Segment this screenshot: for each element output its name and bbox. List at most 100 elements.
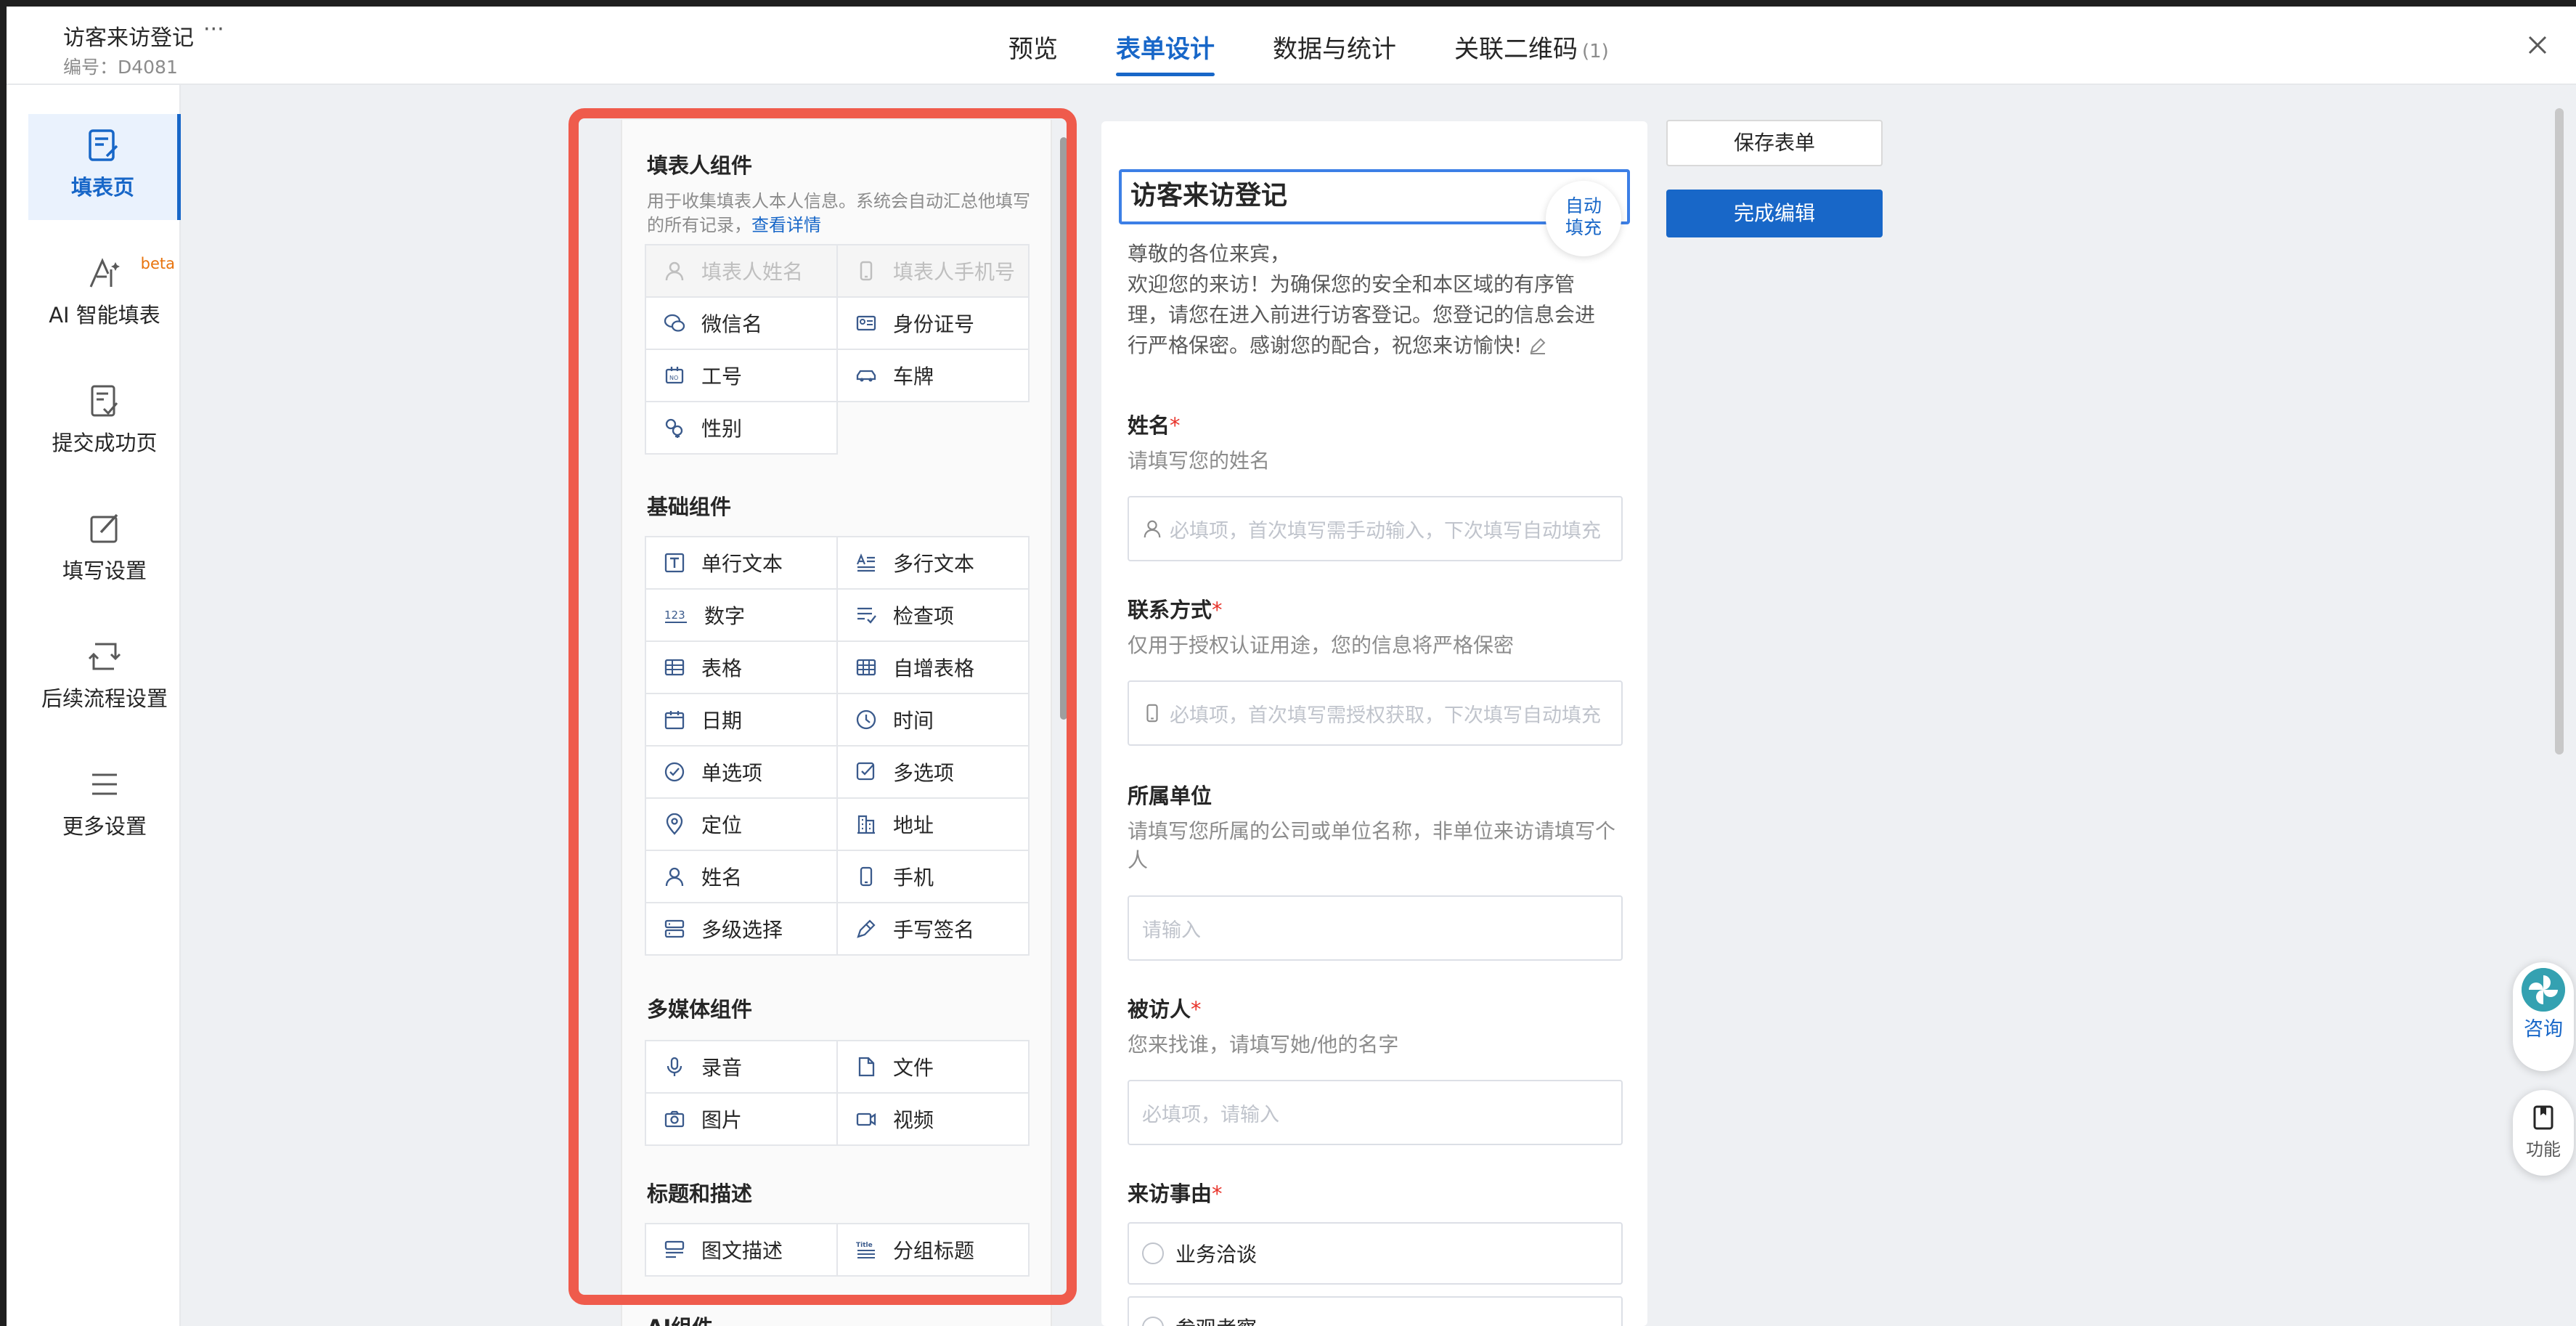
checkbox-icon bbox=[856, 762, 875, 781]
question-label: 姓名* bbox=[1128, 413, 1181, 438]
question-label: 来访事由* bbox=[1128, 1181, 1223, 1206]
main-tabs: 预览 表单设计 数据与统计 关联二维码 (1) bbox=[1008, 7, 1667, 85]
nav-item-form-page[interactable]: 填表页 bbox=[28, 114, 181, 220]
media-components-grid: 录音 文件 图片 视频 bbox=[645, 1040, 1030, 1146]
component-time[interactable]: 时间 bbox=[836, 693, 1030, 747]
save-form-button[interactable]: 保存表单 bbox=[1666, 120, 1883, 166]
component-image[interactable]: 图片 bbox=[645, 1092, 838, 1146]
nav-item-more-settings[interactable]: 更多设置 bbox=[28, 753, 181, 859]
radio-circle bbox=[1142, 1317, 1164, 1326]
filler-components-grid: 填表人姓名 填表人手机号 微信名 身份证号 NO 工号 车牌 性别 bbox=[645, 244, 1030, 455]
question-desc: 请填写您的姓名 bbox=[1128, 449, 1271, 473]
section-desc: 用于收集填表人本人信息。系统会自动汇总他填写的所有记录，查看详情 bbox=[647, 191, 1030, 235]
component-multi-choice[interactable]: 多选项 bbox=[836, 745, 1030, 799]
calendar-icon bbox=[664, 711, 685, 730]
view-details-link[interactable]: 查看详情 bbox=[751, 215, 821, 235]
heading-components-grid: 图文描述 Title 分组标题 bbox=[645, 1223, 1030, 1277]
more-options-icon[interactable]: ··· bbox=[203, 17, 224, 42]
page-scrollbar[interactable] bbox=[2555, 108, 2564, 754]
basic-components-grid: 单行文本 多行文本 123 数字 检查项 表格 自增表格 日期 时间 单选项 多选… bbox=[645, 536, 1030, 956]
microphone-icon bbox=[667, 1057, 682, 1076]
component-employee-no[interactable]: NO 工号 bbox=[645, 349, 838, 402]
function-label: 功能 bbox=[2526, 1139, 2561, 1160]
component-image-text[interactable]: 图文描述 bbox=[645, 1223, 838, 1277]
title-icon: Title bbox=[856, 1242, 875, 1258]
edit-pencil-icon[interactable] bbox=[1528, 336, 1547, 355]
form-title[interactable]: 访客来访登记 bbox=[63, 20, 194, 52]
component-mobile[interactable]: 手机 bbox=[836, 850, 1030, 903]
workflow-icon bbox=[88, 643, 121, 670]
component-address[interactable]: 地址 bbox=[836, 797, 1030, 851]
radio-check-icon bbox=[664, 762, 685, 782]
component-filler-name: 填表人姓名 bbox=[645, 244, 838, 298]
component-auto-table[interactable]: 自增表格 bbox=[836, 640, 1030, 694]
component-location[interactable]: 定位 bbox=[645, 797, 838, 851]
component-cascade-select[interactable]: 多级选择 bbox=[645, 902, 838, 956]
nav-label: 提交成功页 bbox=[52, 431, 158, 455]
nav-item-submit-success[interactable]: 提交成功页 bbox=[28, 370, 181, 476]
radio-option[interactable]: 参观考察 bbox=[1128, 1296, 1623, 1326]
multiline-text-icon bbox=[856, 553, 875, 572]
close-icon[interactable] bbox=[2524, 31, 2551, 59]
components-scrollbar[interactable] bbox=[1060, 137, 1067, 720]
component-license-plate[interactable]: 车牌 bbox=[836, 349, 1030, 402]
pinwheel-icon bbox=[2522, 968, 2565, 1012]
svg-text:Title: Title bbox=[856, 1242, 873, 1249]
component-id-card[interactable]: 身份证号 bbox=[836, 296, 1030, 350]
component-group-title[interactable]: Title 分组标题 bbox=[836, 1223, 1030, 1277]
component-single-line-text[interactable]: 单行文本 bbox=[645, 536, 838, 590]
edit-settings-icon bbox=[90, 513, 118, 543]
name-input[interactable]: 必填项，首次填写需手动输入，下次填写自动填充 bbox=[1128, 496, 1623, 561]
beta-badge: beta bbox=[140, 255, 175, 272]
component-number[interactable]: 123 数字 bbox=[645, 588, 838, 642]
radio-option[interactable]: 业务洽谈 bbox=[1128, 1222, 1623, 1285]
form-canvas: 访客来访登记 自动 填充 尊敬的各位来宾， 欢迎您的来访！为确保您的安全和本区域… bbox=[1101, 121, 1647, 1326]
employee-no-icon: NO bbox=[665, 367, 684, 384]
component-file[interactable]: 文件 bbox=[836, 1040, 1030, 1094]
component-single-choice[interactable]: 单选项 bbox=[645, 745, 838, 799]
person-icon bbox=[665, 867, 684, 887]
tab-form-design[interactable]: 表单设计 bbox=[1116, 7, 1215, 85]
consult-label: 咨询 bbox=[2524, 1018, 2563, 1041]
function-button[interactable]: 功能 bbox=[2513, 1090, 2574, 1176]
component-signature[interactable]: 手写签名 bbox=[836, 902, 1030, 956]
checklist-icon bbox=[857, 607, 876, 624]
question-desc: 您来找谁，请填写她/他的名字 bbox=[1128, 1033, 1399, 1057]
component-multiline-text[interactable]: 多行文本 bbox=[836, 536, 1030, 590]
auto-table-icon bbox=[856, 659, 876, 676]
car-icon bbox=[856, 370, 876, 382]
component-table[interactable]: 表格 bbox=[645, 640, 838, 694]
organization-input[interactable]: 请输入 bbox=[1128, 895, 1623, 961]
person-icon bbox=[1144, 520, 1161, 538]
section-title: AI组件 bbox=[647, 1311, 713, 1326]
section-title: 多媒体组件 bbox=[647, 997, 753, 1022]
question-desc: 请填写您所属的公司或单位名称，非单位来访请填写个人 bbox=[1128, 819, 1616, 872]
host-input[interactable]: 必填项，请输入 bbox=[1128, 1080, 1623, 1145]
component-checklist[interactable]: 检查项 bbox=[836, 588, 1030, 642]
image-text-icon bbox=[664, 1240, 685, 1258]
component-name[interactable]: 姓名 bbox=[645, 850, 838, 903]
tab-preview[interactable]: 预览 bbox=[1008, 7, 1058, 85]
question-label: 联系方式* bbox=[1128, 598, 1223, 622]
tab-data-stats[interactable]: 数据与统计 bbox=[1273, 7, 1396, 85]
consult-button[interactable]: 咨询 bbox=[2513, 962, 2574, 1071]
svg-text:NO: NO bbox=[669, 375, 678, 381]
contact-input[interactable]: 必填项，首次填写需授权获取，下次填写自动填充 bbox=[1128, 680, 1623, 746]
finish-edit-button[interactable]: 完成编辑 bbox=[1666, 190, 1883, 237]
form-intro[interactable]: 尊敬的各位来宾， 欢迎您的来访！为确保您的安全和本区域的有序管理，请您在进入前进… bbox=[1128, 239, 1607, 361]
component-wechat-name[interactable]: 微信名 bbox=[645, 296, 838, 350]
component-date[interactable]: 日期 bbox=[645, 693, 838, 747]
component-audio[interactable]: 录音 bbox=[645, 1040, 838, 1094]
component-gender[interactable]: 性别 bbox=[645, 401, 838, 455]
camera-icon bbox=[664, 1110, 685, 1128]
nav-item-ai-fill[interactable]: beta AI 智能填表 bbox=[28, 242, 181, 348]
address-icon bbox=[857, 815, 875, 834]
tab-qrcode[interactable]: 关联二维码 (1) bbox=[1454, 7, 1609, 85]
component-video[interactable]: 视频 bbox=[836, 1092, 1030, 1146]
phone-icon bbox=[860, 261, 873, 281]
nav-item-workflow[interactable]: 后续流程设置 bbox=[28, 625, 181, 731]
question-desc: 仅用于授权认证用途，您的信息将严格保密 bbox=[1128, 633, 1515, 657]
gender-icon bbox=[665, 418, 683, 438]
nav-item-edit-settings[interactable]: 填写设置 bbox=[28, 497, 181, 603]
person-icon bbox=[665, 261, 684, 281]
